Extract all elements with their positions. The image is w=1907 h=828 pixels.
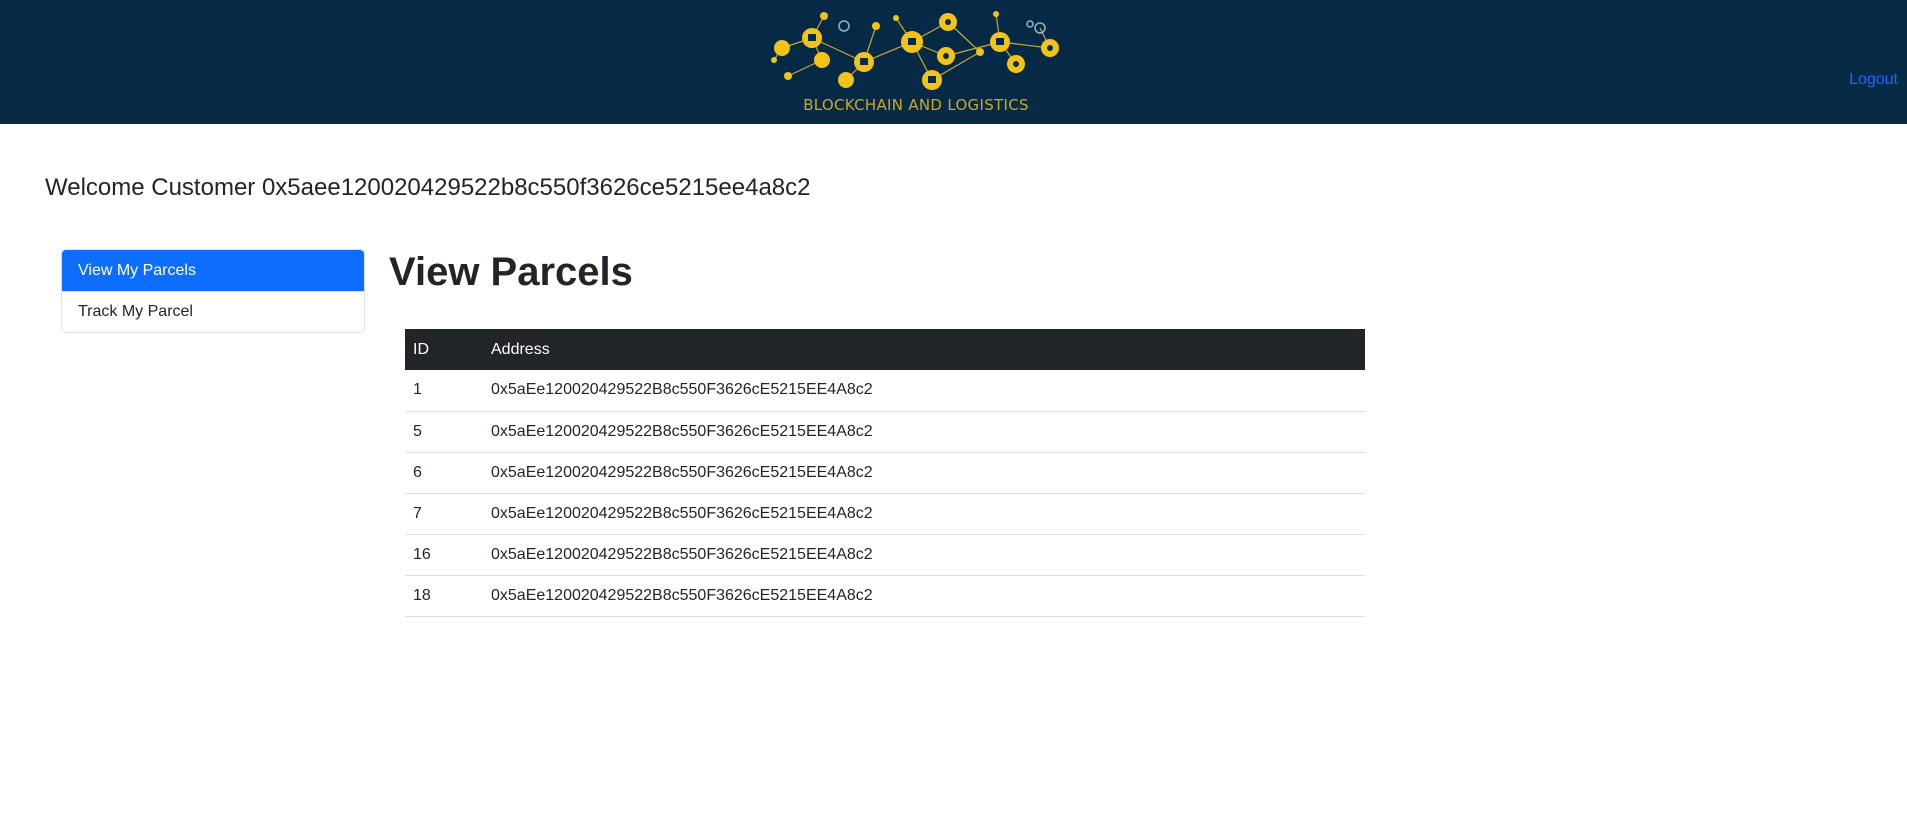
logo-text: BLOCKCHAIN AND LOGISTICS — [803, 96, 1029, 114]
parcel-id-cell: 16 — [405, 534, 483, 576]
parcel-address-cell: 0x5aEe120020429522B8c550F3626cE5215EE4A8… — [483, 411, 1365, 453]
table-row: 5 0x5aEe120020429522B8c550F3626cE5215EE4… — [405, 411, 1365, 453]
column-header-address: Address — [483, 329, 1365, 370]
sidebar-menu: View My Parcels Track My Parcel — [61, 249, 365, 333]
parcel-id-cell: 1 — [405, 370, 483, 412]
sidebar-item-view-my-parcels[interactable]: View My Parcels — [62, 250, 364, 291]
parcel-id-cell: 7 — [405, 493, 483, 535]
page-title: View Parcels — [389, 250, 633, 294]
table-row: 16 0x5aEe120020429522B8c550F3626cE5215EE… — [405, 534, 1365, 576]
parcel-address-cell: 0x5aEe120020429522B8c550F3626cE5215EE4A8… — [483, 575, 1365, 617]
parcel-address-cell: 0x5aEe120020429522B8c550F3626cE5215EE4A8… — [483, 452, 1365, 494]
table-row: 6 0x5aEe120020429522B8c550F3626cE5215EE4… — [405, 452, 1365, 494]
parcel-address-cell: 0x5aEe120020429522B8c550F3626cE5215EE4A8… — [483, 370, 1365, 412]
table-row: 18 0x5aEe120020429522B8c550F3626cE5215EE… — [405, 575, 1365, 617]
parcels-table: ID Address 1 0x5aEe120020429522B8c550F36… — [405, 329, 1365, 617]
blockchain-logistics-logo[interactable]: BLOCKCHAIN AND LOGISTICS — [768, 4, 1064, 120]
welcome-message: Welcome Customer 0x5aee120020429522b8c55… — [45, 174, 811, 201]
column-header-id: ID — [405, 329, 483, 370]
parcel-id-cell: 5 — [405, 411, 483, 453]
top-navbar: BLOCKCHAIN AND LOGISTICS Logout — [0, 0, 1907, 124]
parcel-address-cell: 0x5aEe120020429522B8c550F3626cE5215EE4A8… — [483, 534, 1365, 576]
parcel-address-cell: 0x5aEe120020429522B8c550F3626cE5215EE4A8… — [483, 493, 1365, 535]
network-logo-graphic — [771, 11, 1059, 90]
parcel-id-cell: 18 — [405, 575, 483, 617]
table-row: 7 0x5aEe120020429522B8c550F3626cE5215EE4… — [405, 493, 1365, 535]
sidebar-item-track-my-parcel[interactable]: Track My Parcel — [62, 291, 364, 332]
table-header-row: ID Address — [405, 329, 1365, 370]
table-row: 1 0x5aEe120020429522B8c550F3626cE5215EE4… — [405, 370, 1365, 412]
parcel-id-cell: 6 — [405, 452, 483, 494]
logout-link[interactable]: Logout — [1849, 71, 1898, 89]
